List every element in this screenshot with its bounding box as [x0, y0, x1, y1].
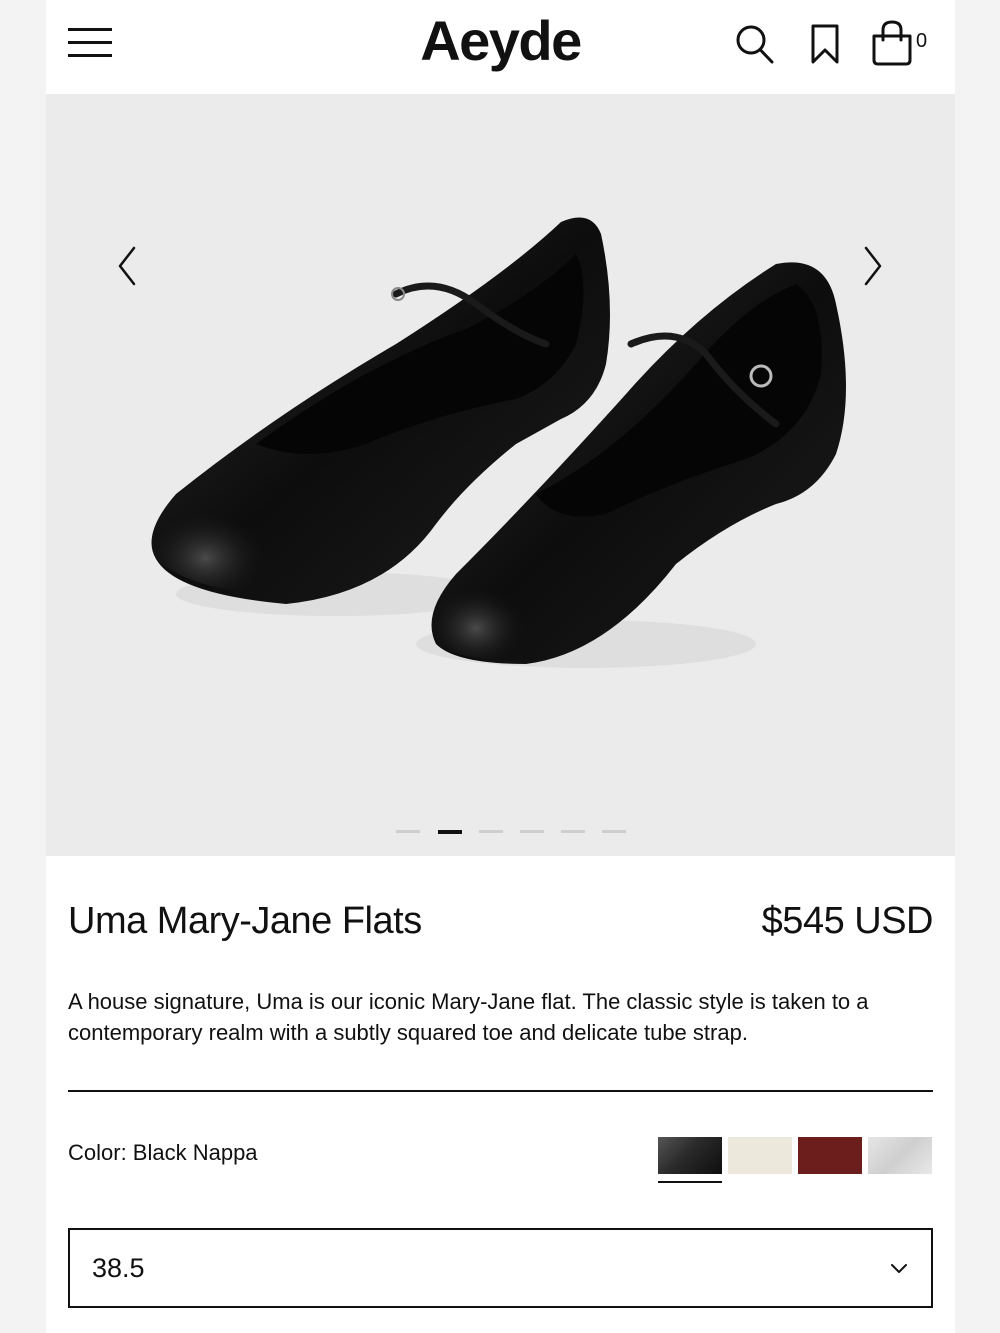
selected-swatch-indicator: [658, 1181, 722, 1183]
color-swatch[interactable]: [798, 1137, 862, 1174]
size-value: 38.5: [92, 1253, 145, 1283]
gallery-dot-active[interactable]: [438, 829, 462, 834]
search-icon[interactable]: [734, 22, 776, 66]
product-page: Aeyde 0 Uma Mary-Jane Flats $545 USD A h…: [46, 0, 955, 1333]
product-price: $545 USD: [761, 900, 934, 942]
gallery-dot[interactable]: [520, 830, 544, 833]
gallery-dot[interactable]: [396, 830, 420, 833]
shopping-bag-icon[interactable]: [870, 18, 914, 68]
gallery-dot[interactable]: [561, 830, 585, 833]
cart-count: 0: [916, 30, 928, 52]
site-header: Aeyde 0: [46, 0, 955, 94]
divider: [68, 1090, 933, 1092]
color-swatch[interactable]: [658, 1137, 722, 1174]
size-select[interactable]: 38.5: [68, 1228, 933, 1308]
color-swatch[interactable]: [868, 1137, 932, 1174]
gallery-dot[interactable]: [602, 830, 626, 833]
product-gallery[interactable]: [46, 94, 955, 856]
product-title: Uma Mary-Jane Flats: [68, 900, 422, 942]
product-image: [151, 217, 846, 668]
chevron-down-icon: [891, 1264, 907, 1273]
color-swatch[interactable]: [728, 1137, 792, 1174]
bookmark-icon[interactable]: [808, 22, 842, 66]
gallery-dot[interactable]: [479, 830, 503, 833]
color-label: Color: Black Nappa: [68, 1140, 258, 1165]
product-description: A house signature, Uma is our iconic Mar…: [68, 989, 869, 1045]
